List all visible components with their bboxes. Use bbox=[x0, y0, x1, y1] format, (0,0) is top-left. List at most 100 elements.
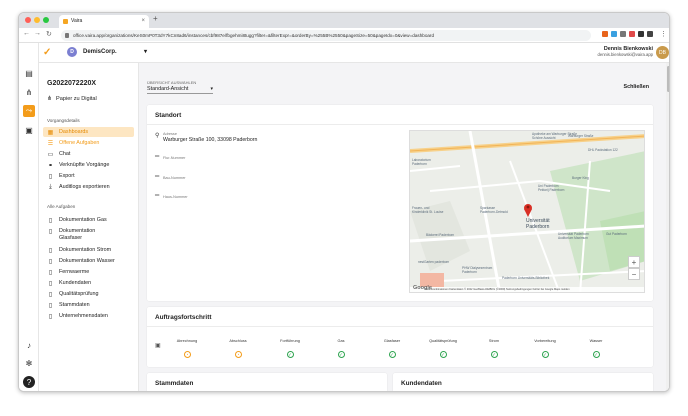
task-label: Qualitätsprüfung bbox=[59, 291, 99, 297]
sidebar-item-open-tasks[interactable]: ☰ Offene Aufgaben bbox=[43, 138, 134, 148]
document-icon: ▯ bbox=[48, 247, 53, 254]
maximize-window-icon[interactable] bbox=[43, 17, 49, 23]
paper-to-digital: ⋔ Papier zu Digital bbox=[47, 95, 97, 103]
field-label: Haus-Nummer bbox=[163, 195, 188, 199]
step-label: Vorbereitung bbox=[534, 339, 556, 343]
section-heading: Vorgangsdetails bbox=[47, 118, 80, 123]
task-item[interactable]: ▯ Fernwaerme bbox=[43, 267, 134, 277]
sidebar-item-dashboards[interactable]: ▦ Dashboards bbox=[43, 127, 134, 137]
close-window-icon[interactable] bbox=[25, 17, 31, 23]
step-label: Abschluss bbox=[229, 339, 247, 343]
organization-select[interactable]: D DemisCorp. ▾ bbox=[67, 45, 149, 59]
card-title: Standort bbox=[155, 112, 182, 119]
close-button[interactable]: Schließen bbox=[624, 84, 649, 90]
reload-icon[interactable]: ↻ bbox=[46, 30, 52, 38]
task-item[interactable]: ▯ Dokumentation Strom bbox=[43, 245, 134, 255]
map-attribution: Tastenkombinationen Kartendaten © 2022 G… bbox=[410, 287, 644, 292]
progress-step: Gas ✓ bbox=[321, 339, 361, 358]
document-icon: ▯ bbox=[48, 280, 53, 287]
progress-step: Strom ✓ bbox=[474, 339, 514, 358]
scrollbar-thumb[interactable] bbox=[667, 66, 669, 92]
zoom-in-button[interactable]: + bbox=[628, 256, 640, 268]
lock-icon bbox=[65, 33, 69, 38]
lines-icon: ═ bbox=[155, 174, 160, 180]
haus-field: ═ Haus-Nummer bbox=[155, 193, 188, 199]
print-icon[interactable]: ▣ bbox=[23, 124, 35, 136]
scrollbar[interactable] bbox=[666, 63, 669, 391]
task-item[interactable]: ▯ Dokumentation Wasser bbox=[43, 256, 134, 266]
task-item[interactable]: ▯ Unternehmensdaten bbox=[43, 311, 134, 321]
sidebar-item-label: Auditlogs exportieren bbox=[59, 184, 110, 190]
folder-icon[interactable]: ▤ bbox=[23, 67, 35, 79]
sidebar-item-chat[interactable]: ▭ Chat bbox=[43, 149, 134, 159]
vaira-logo-icon: ✓ bbox=[43, 47, 52, 58]
tab-close-icon[interactable]: × bbox=[141, 15, 145, 28]
svg-text:Paderborn: Paderborn bbox=[526, 224, 550, 230]
vaira-favicon-icon bbox=[63, 19, 68, 24]
divider bbox=[147, 124, 653, 125]
task-item[interactable]: ▯ Dokumentation Glasfaser bbox=[43, 227, 134, 243]
puzzle-icon[interactable] bbox=[638, 31, 644, 37]
chat-icon: ▭ bbox=[47, 151, 54, 158]
svg-text:Gut Paderborn: Gut Paderborn bbox=[606, 232, 627, 236]
avatar[interactable]: DB bbox=[656, 46, 669, 59]
map-canvas: Apotheke am Warburger Straße Schöne Auss… bbox=[410, 131, 644, 292]
lines-icon: ═ bbox=[155, 154, 160, 160]
field-label: Flur-Nummer bbox=[163, 156, 186, 160]
process-icon[interactable]: ⤳ bbox=[23, 105, 35, 117]
progress-steps: ▣ Abrechnung ◔ Abschluss ◔ Fortführung ✓ Ga… bbox=[155, 339, 645, 363]
app: ▤ ⋔ ⤳ ▣ ♪ ✻ ? ✓ D DemisCorp. ▾ Dennis Bi… bbox=[19, 43, 669, 391]
extension-icon[interactable] bbox=[620, 31, 626, 37]
check-icon: ✓ bbox=[592, 351, 600, 358]
back-icon[interactable]: ← bbox=[23, 30, 30, 37]
task-item[interactable]: ▯ Kundendaten bbox=[43, 278, 134, 288]
extension-icon[interactable] bbox=[611, 31, 617, 37]
check-icon: ✓ bbox=[286, 351, 294, 358]
svg-text:nestGarten paderborn: nestGarten paderborn bbox=[418, 260, 449, 264]
zoom-out-button[interactable]: − bbox=[628, 268, 640, 280]
extension-icon[interactable] bbox=[602, 31, 608, 37]
new-tab-icon[interactable]: + bbox=[153, 14, 158, 23]
task-item[interactable]: ▯ Dokumentation Gas bbox=[43, 215, 134, 225]
progress-card: Auftragsfortschritt ▣ Abrechnung ◔ Abschl… bbox=[147, 307, 653, 367]
profile-icon[interactable] bbox=[647, 31, 653, 37]
field-label: Adresse bbox=[163, 132, 177, 136]
sidebar-item-linked[interactable]: ⚭ Verknüpfte Vorgänge bbox=[43, 160, 134, 170]
progress-step: Abschluss ◔ bbox=[218, 339, 258, 358]
svg-text:Pektorij Paderborn: Pektorij Paderborn bbox=[538, 188, 565, 192]
gear-icon[interactable]: ✻ bbox=[23, 357, 35, 369]
task-label: Fernwaerme bbox=[59, 269, 90, 275]
sidebar-item-export[interactable]: ▯ Export bbox=[43, 171, 134, 181]
progress-step: Qualitätsprüfung ✓ bbox=[423, 339, 463, 358]
task-item[interactable]: ▯ Qualitätsprüfung bbox=[43, 289, 134, 299]
browser-toolbar: ← → ↻ office.vaira.app/organizations/KeS… bbox=[19, 28, 669, 43]
flur-field: ═ Flur-Nummer bbox=[155, 154, 185, 160]
minimize-window-icon[interactable] bbox=[34, 17, 40, 23]
card-title: Auftragsfortschritt bbox=[155, 314, 212, 321]
task-item[interactable]: ▯ Stammdaten bbox=[43, 300, 134, 310]
step-label: Fortführung bbox=[280, 339, 300, 343]
task-label: Dokumentation Strom bbox=[59, 247, 112, 253]
divider bbox=[147, 326, 653, 327]
menu-dots-icon[interactable]: ⋮ bbox=[660, 30, 667, 38]
user-info[interactable]: Dennis Bienkowski dennis.bienkowski@vair… bbox=[598, 46, 653, 57]
field-label: Bau-Nummer bbox=[163, 176, 186, 180]
sidebar-item-label: Dashboards bbox=[59, 129, 89, 135]
document-icon: ▯ bbox=[48, 302, 53, 309]
help-icon[interactable]: ? bbox=[23, 376, 35, 388]
checklist-icon: ☰ bbox=[47, 140, 54, 147]
progress-step: Glasfaser ✓ bbox=[372, 339, 412, 358]
step-label: Abrechnung bbox=[176, 339, 198, 343]
bell-icon[interactable]: ♪ bbox=[23, 339, 35, 351]
browser-tab[interactable]: Vaira × bbox=[59, 15, 149, 28]
forward-icon[interactable]: → bbox=[34, 30, 41, 37]
map[interactable]: Apotheke am Warburger Straße Schöne Auss… bbox=[409, 130, 645, 293]
extension-icon[interactable] bbox=[629, 31, 635, 37]
address-bar[interactable]: office.vaira.app/organizations/KeS0mP0T3… bbox=[61, 30, 591, 41]
workflow-icon[interactable]: ⋔ bbox=[23, 86, 35, 98]
sidebar-item-auditlogs[interactable]: ⤓ Auditlogs exportieren bbox=[43, 182, 134, 192]
view-select[interactable]: Standard-Ansicht ▾ bbox=[147, 86, 213, 94]
check-icon: ✓ bbox=[337, 351, 345, 358]
main-content: ÜBERSICHT AUSWÄHLEN Standard-Ansicht ▾ S… bbox=[140, 63, 669, 391]
task-label: Unternehmensdaten bbox=[59, 313, 108, 319]
